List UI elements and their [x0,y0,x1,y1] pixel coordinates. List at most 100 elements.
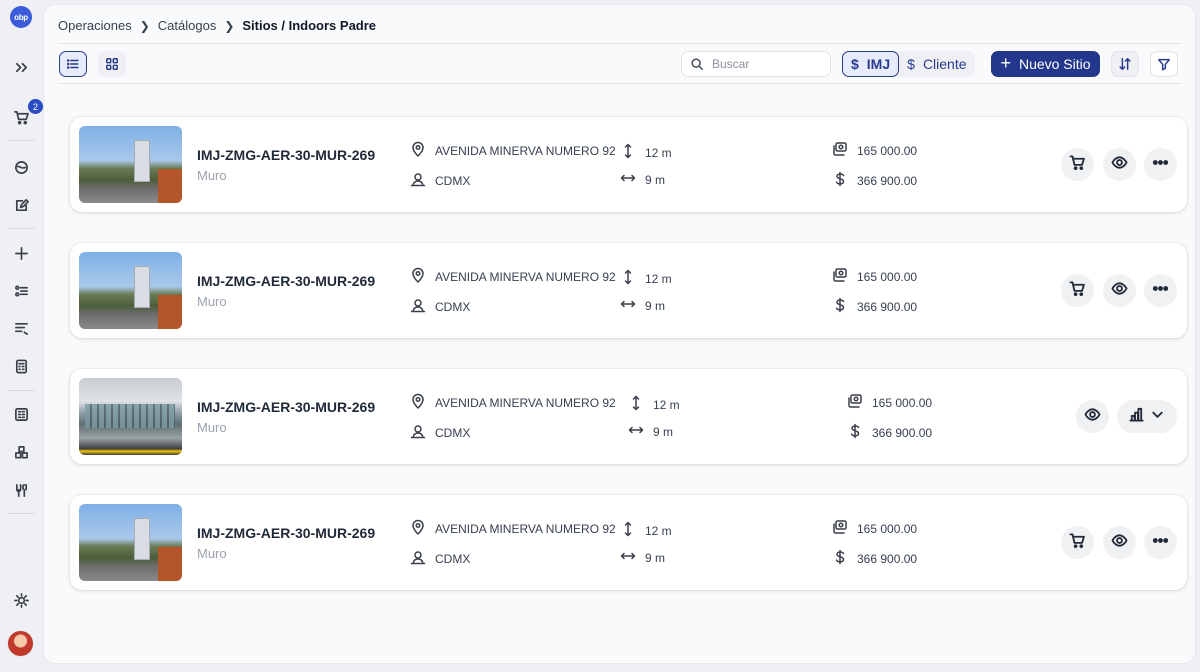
money-icon [832,519,848,538]
dollar-icon [832,171,848,190]
site-city: CDMX [410,423,470,442]
user-location-icon [410,549,426,568]
site-name: IMJ-ZMG-AER-30-MUR-269 [197,525,376,541]
new-site-label: Nuevo Sitio [1018,56,1091,72]
site-height: 12 m [628,395,680,414]
site-thumbnail[interactable] [79,504,182,581]
grid-view-button[interactable] [98,51,126,77]
sort-icon [1119,58,1131,70]
view-button[interactable] [1103,148,1136,181]
site-thumbnail[interactable] [79,252,182,329]
more-options-button[interactable] [1144,148,1177,181]
add-icon[interactable] [11,243,31,263]
site-thumbnail[interactable] [79,126,182,203]
site-card[interactable]: IMJ-ZMG-AER-30-MUR-269 Muro AVENIDA MINERV… [70,117,1187,212]
sidebar-divider [8,513,35,514]
site-name: IMJ-ZMG-AER-30-MUR-269 [197,273,376,289]
add-to-cart-button[interactable] [1061,274,1094,307]
add-to-cart-button[interactable] [1061,148,1094,181]
list-filter-icon[interactable] [11,318,31,338]
breadcrumb-item-operaciones[interactable]: Operaciones [58,18,132,33]
location-pin-icon [410,267,426,286]
site-city: CDMX [410,549,470,568]
site-thumbnail[interactable] [79,378,182,455]
view-button[interactable] [1076,400,1109,433]
currency-option-cliente[interactable]: $ Cliente [899,51,974,77]
more-icon [1152,280,1169,302]
currency-option-imj[interactable]: $ IMJ [842,51,900,77]
site-card[interactable]: IMJ-ZMG-AER-30-MUR-269 Muro AVENIDA MINERV… [70,495,1187,590]
location-pin-icon [410,141,426,160]
site-type: Muro [197,294,227,309]
site-card[interactable]: IMJ-ZMG-AER-30-MUR-269 Muro AVENIDA MINERV… [70,243,1187,338]
cart-count-badge: 2 [28,99,43,114]
money-icon [832,141,848,160]
site-cost: 165 000.00 [832,141,917,160]
search-box[interactable] [681,51,831,77]
user-avatar[interactable] [7,630,34,657]
width-text: 9 m [645,172,666,187]
site-city: CDMX [410,297,470,316]
filter-button[interactable] [1150,51,1178,77]
report-icon[interactable] [11,404,31,424]
boxes-icon[interactable] [11,442,31,462]
height-text: 12 m [645,523,672,538]
vertical-arrows-icon [620,521,636,540]
wallet-icon[interactable] [11,157,31,177]
eye-icon [1111,154,1128,176]
sort-button[interactable] [1111,51,1139,77]
cost-text: 165 000.00 [872,395,933,410]
site-cost: 165 000.00 [832,267,917,286]
expand-sidebar-icon[interactable] [11,57,31,77]
money-icon [832,267,848,286]
site-price: 366 900.00 [847,423,932,442]
theme-sun-icon[interactable] [11,590,31,610]
site-card[interactable]: IMJ-ZMG-AER-30-MUR-269 Muro AVENIDA MINERV… [70,369,1187,464]
site-address: AVENIDA MINERVA NUMERO 92 [410,519,616,538]
sidebar-divider [8,228,35,229]
user-location-icon [410,297,426,316]
currency-option-label: Cliente [922,56,967,72]
location-pin-icon [410,519,426,538]
cart-icon [1069,280,1086,302]
user-location-icon [410,171,426,190]
more-icon [1152,154,1169,176]
site-type: Muro [197,168,227,183]
eye-icon [1111,532,1128,554]
site-price: 366 900.00 [832,171,917,190]
list-icon [66,59,79,69]
app-logo[interactable]: obp [10,6,32,28]
price-text: 366 900.00 [857,173,918,188]
calculator-icon[interactable] [11,356,31,376]
new-site-button[interactable]: + Nuevo Sitio [991,51,1100,77]
site-address: AVENIDA MINERVA NUMERO 92 [410,393,616,412]
horizontal-arrows-icon [620,170,636,189]
tools-icon[interactable] [11,480,31,500]
view-button[interactable] [1103,526,1136,559]
site-city: CDMX [410,171,470,190]
sidebar: obp 2 [0,0,43,672]
view-button[interactable] [1103,274,1136,307]
add-to-cart-button[interactable] [1061,526,1094,559]
more-options-button[interactable] [1144,274,1177,307]
site-height: 12 m [620,521,672,540]
edit-icon[interactable] [11,195,31,215]
breadcrumb-current: Sitios / Indoors Padre [242,18,377,33]
search-input[interactable] [712,57,822,71]
more-options-button[interactable] [1144,526,1177,559]
site-name: IMJ-ZMG-AER-30-MUR-269 [197,147,376,163]
breadcrumb-item-catalogos[interactable]: Catálogos [158,18,217,33]
checklist-icon[interactable] [11,281,31,301]
site-width: 9 m [620,548,665,567]
breadcrumb: Operaciones ❯ Catálogos ❯ Sitios / Indoo… [58,18,376,33]
sidebar-divider [8,390,35,391]
price-text: 366 900.00 [857,299,918,314]
site-height: 12 m [620,269,672,288]
dollar-icon [832,297,848,316]
cart-icon [1069,532,1086,554]
list-view-button[interactable] [59,51,87,77]
chevron-right-icon: ❯ [224,18,235,33]
horizontal-arrows-icon [620,296,636,315]
chevron-right-icon: ❯ [139,18,150,33]
stats-dropdown-button[interactable] [1117,400,1177,433]
